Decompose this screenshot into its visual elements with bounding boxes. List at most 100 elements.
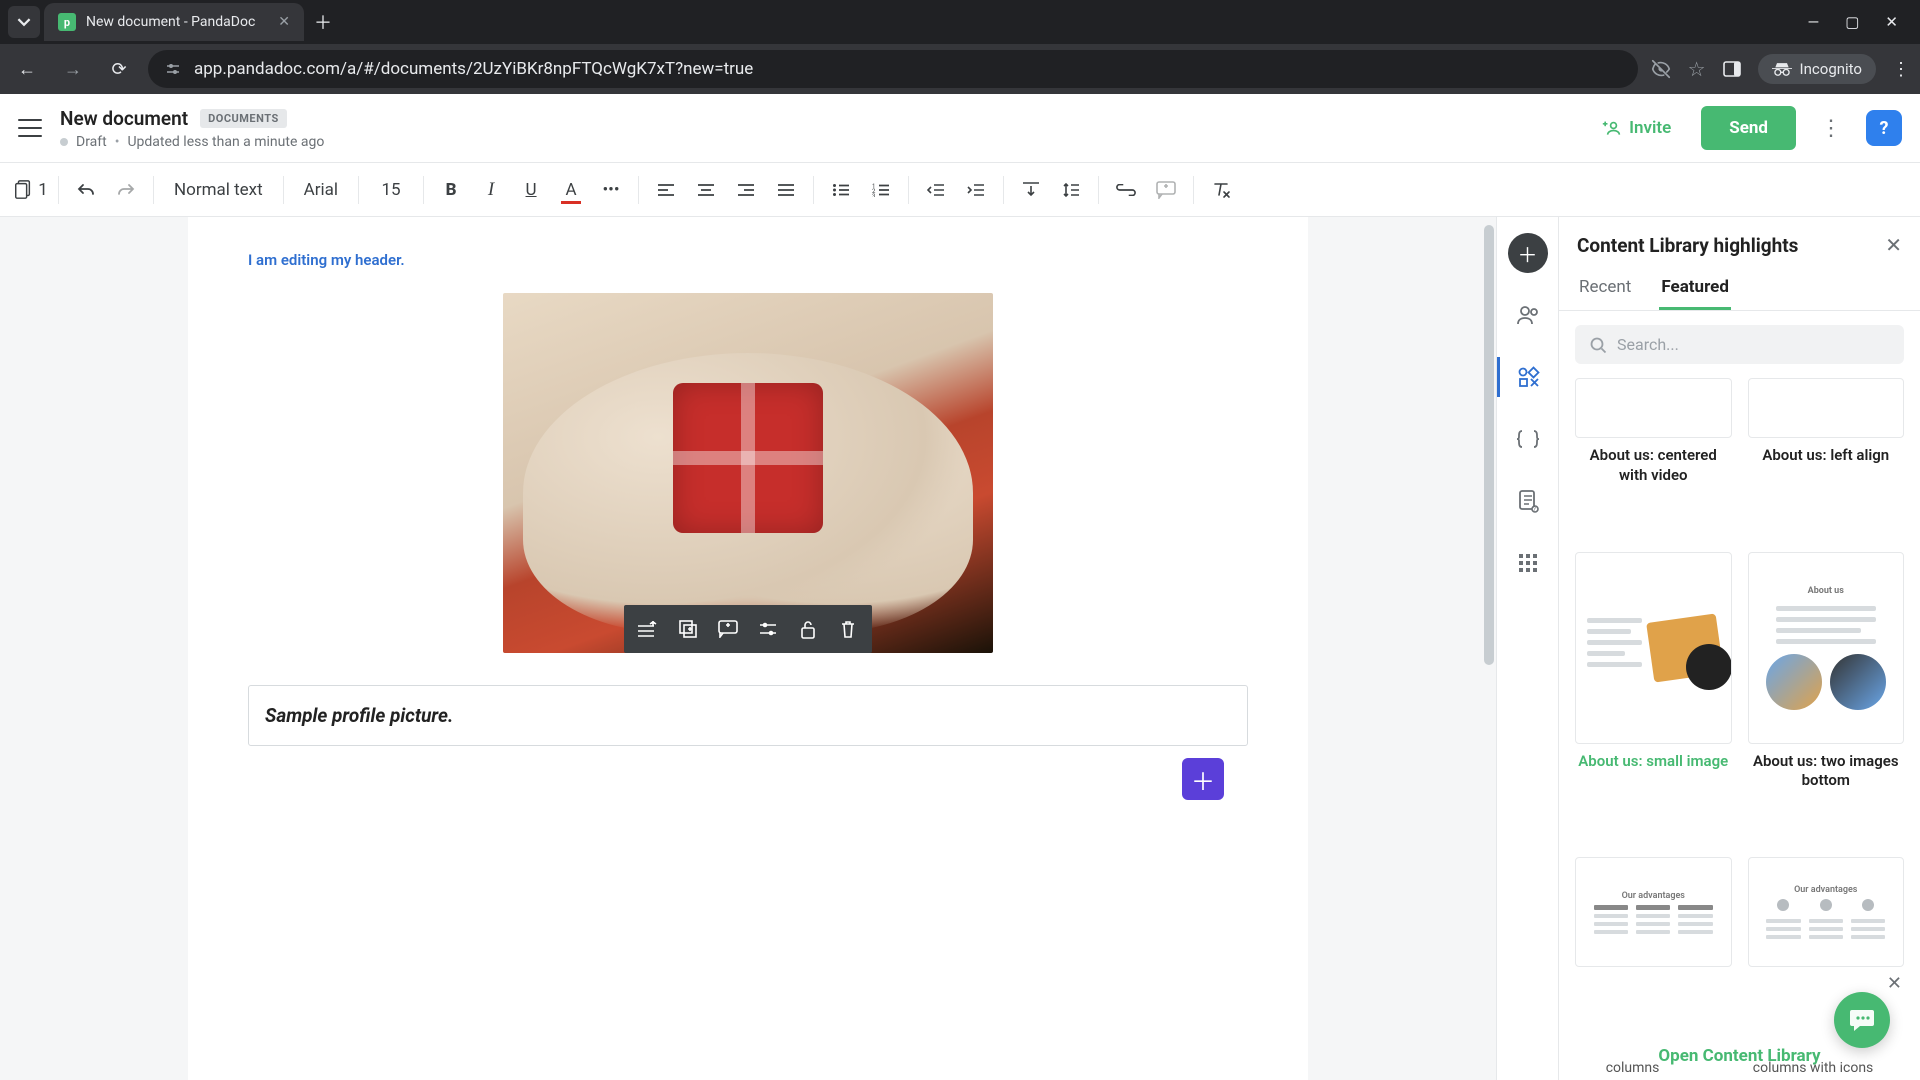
indent-button[interactable] [959, 172, 993, 208]
editor-canvas[interactable]: I am editing my header. Sample profile p… [0, 217, 1496, 1080]
tab-recent-label: Recent [1579, 277, 1631, 297]
line-spacing-button[interactable] [1054, 172, 1088, 208]
clear-formatting-button[interactable] [1204, 172, 1238, 208]
library-item[interactable]: Our advantages [1748, 857, 1905, 1020]
apps-grid-icon[interactable] [1508, 543, 1548, 583]
close-window-icon[interactable]: ✕ [1885, 13, 1898, 31]
library-item[interactable]: About us: left align [1748, 378, 1905, 538]
align-center-button[interactable] [689, 172, 723, 208]
send-label: Send [1729, 118, 1768, 138]
eye-off-icon[interactable] [1650, 58, 1672, 80]
outdent-button[interactable] [919, 172, 953, 208]
bookmark-star-icon[interactable]: ☆ [1688, 57, 1706, 81]
content-library-icon[interactable] [1497, 357, 1558, 397]
smart-content-icon[interactable]: ? [1508, 481, 1548, 521]
variables-icon[interactable] [1508, 419, 1548, 459]
close-panel-icon[interactable]: ✕ [1885, 233, 1902, 257]
minimize-icon[interactable]: ― [1808, 13, 1820, 31]
right-icon-rail: ＋ ? [1496, 217, 1558, 1080]
separator: • [115, 134, 120, 150]
align-justify-button[interactable] [769, 172, 803, 208]
tab-search-dropdown[interactable] [8, 6, 40, 38]
italic-button[interactable]: I [474, 172, 508, 208]
svg-text:3: 3 [872, 193, 875, 197]
unlock-icon[interactable] [788, 609, 828, 649]
library-item[interactable]: About us: centered with video [1575, 378, 1732, 538]
library-item[interactable]: Our advantages [1575, 857, 1732, 1020]
incognito-badge[interactable]: Incognito [1758, 54, 1876, 84]
url-text: app.pandadoc.com/a/#/documents/2UzYiBKr8… [194, 59, 753, 79]
tab-recent[interactable]: Recent [1577, 267, 1633, 310]
help-button[interactable]: ? [1866, 110, 1902, 146]
send-button[interactable]: Send [1701, 106, 1796, 150]
comment-button[interactable] [1149, 172, 1183, 208]
new-tab-button[interactable]: ＋ [308, 7, 338, 37]
document-title[interactable]: New document [60, 107, 188, 130]
bulleted-list-button[interactable] [824, 172, 858, 208]
chat-support-button[interactable] [1834, 992, 1890, 1048]
partial-caption-2: columns with icons [1753, 1060, 1874, 1076]
library-search-input[interactable]: Search... [1575, 325, 1904, 364]
tab-featured[interactable]: Featured [1659, 267, 1731, 310]
paragraph-style-select[interactable]: Normal text [164, 172, 273, 208]
dismiss-tip-icon[interactable]: ✕ [1887, 973, 1902, 994]
recipients-icon[interactable] [1508, 295, 1548, 335]
align-right-button[interactable] [729, 172, 763, 208]
side-panel-icon[interactable] [1722, 59, 1742, 79]
image-block[interactable] [503, 293, 993, 653]
browser-tab[interactable]: p New document - PandaDoc ✕ [44, 3, 304, 41]
delete-icon[interactable] [828, 609, 868, 649]
more-actions-icon[interactable]: ⋮ [1810, 110, 1852, 147]
font-size-select[interactable]: 15 [369, 172, 413, 208]
align-left-button[interactable] [649, 172, 683, 208]
image-content-gift [673, 383, 823, 533]
pages-button[interactable]: 1 [14, 172, 48, 208]
image-floating-toolbar [624, 605, 872, 653]
svg-text:?: ? [1533, 506, 1536, 513]
tab-bar: p New document - PandaDoc ✕ ＋ ― ▢ ✕ [0, 0, 1920, 44]
library-item-label: About us: two images bottom [1748, 752, 1905, 791]
forward-button[interactable]: → [56, 52, 90, 86]
document-status: Draft [76, 134, 107, 150]
maximize-icon[interactable]: ▢ [1845, 13, 1859, 31]
numbered-list-button[interactable]: 123 [864, 172, 898, 208]
partial-caption-1: columns [1606, 1060, 1660, 1076]
menu-icon[interactable] [18, 119, 42, 137]
page-count: 1 [38, 180, 48, 200]
library-item[interactable]: About us About us: two images bottom [1748, 552, 1905, 844]
font-family-select[interactable]: Arial [294, 172, 348, 208]
invite-button[interactable]: Invite [1585, 108, 1687, 148]
redo-button[interactable] [109, 172, 143, 208]
scrollbar[interactable] [1484, 225, 1494, 665]
back-button[interactable]: ← [10, 52, 44, 86]
more-formatting-icon[interactable]: ••• [594, 172, 628, 208]
library-thumb: About us [1748, 552, 1905, 744]
url-field[interactable]: app.pandadoc.com/a/#/documents/2UzYiBKr8… [148, 50, 1638, 88]
library-item[interactable]: ✥ About us: small image [1575, 552, 1732, 844]
reload-button[interactable]: ⟳ [102, 52, 136, 86]
library-item-label: About us: left align [1748, 446, 1905, 466]
add-row-above-icon[interactable] [628, 609, 668, 649]
tab-title: New document - PandaDoc [86, 14, 255, 30]
caption-text-block[interactable]: Sample profile picture. [248, 685, 1248, 746]
site-settings-icon[interactable] [164, 60, 182, 78]
add-block-button[interactable]: ＋ [1182, 758, 1224, 800]
close-tab-icon[interactable]: ✕ [278, 14, 290, 30]
link-button[interactable] [1109, 172, 1143, 208]
document-page[interactable]: I am editing my header. Sample profile p… [188, 217, 1308, 1080]
undo-button[interactable] [69, 172, 103, 208]
size-label: 15 [381, 180, 400, 200]
vertical-align-button[interactable] [1014, 172, 1048, 208]
pandadoc-favicon: p [58, 13, 76, 31]
duplicate-icon[interactable] [668, 609, 708, 649]
add-content-button[interactable]: ＋ [1508, 233, 1548, 273]
search-icon [1589, 336, 1607, 354]
bold-button[interactable]: B [434, 172, 468, 208]
underline-button[interactable]: U [514, 172, 548, 208]
content-library-panel: Content Library highlights ✕ Recent Feat… [1558, 217, 1920, 1080]
text-color-button[interactable]: A [554, 172, 588, 208]
browser-menu-icon[interactable]: ⋮ [1892, 59, 1910, 80]
add-comment-icon[interactable] [708, 609, 748, 649]
settings-sliders-icon[interactable] [748, 609, 788, 649]
page-header-text[interactable]: I am editing my header. [248, 251, 1248, 269]
